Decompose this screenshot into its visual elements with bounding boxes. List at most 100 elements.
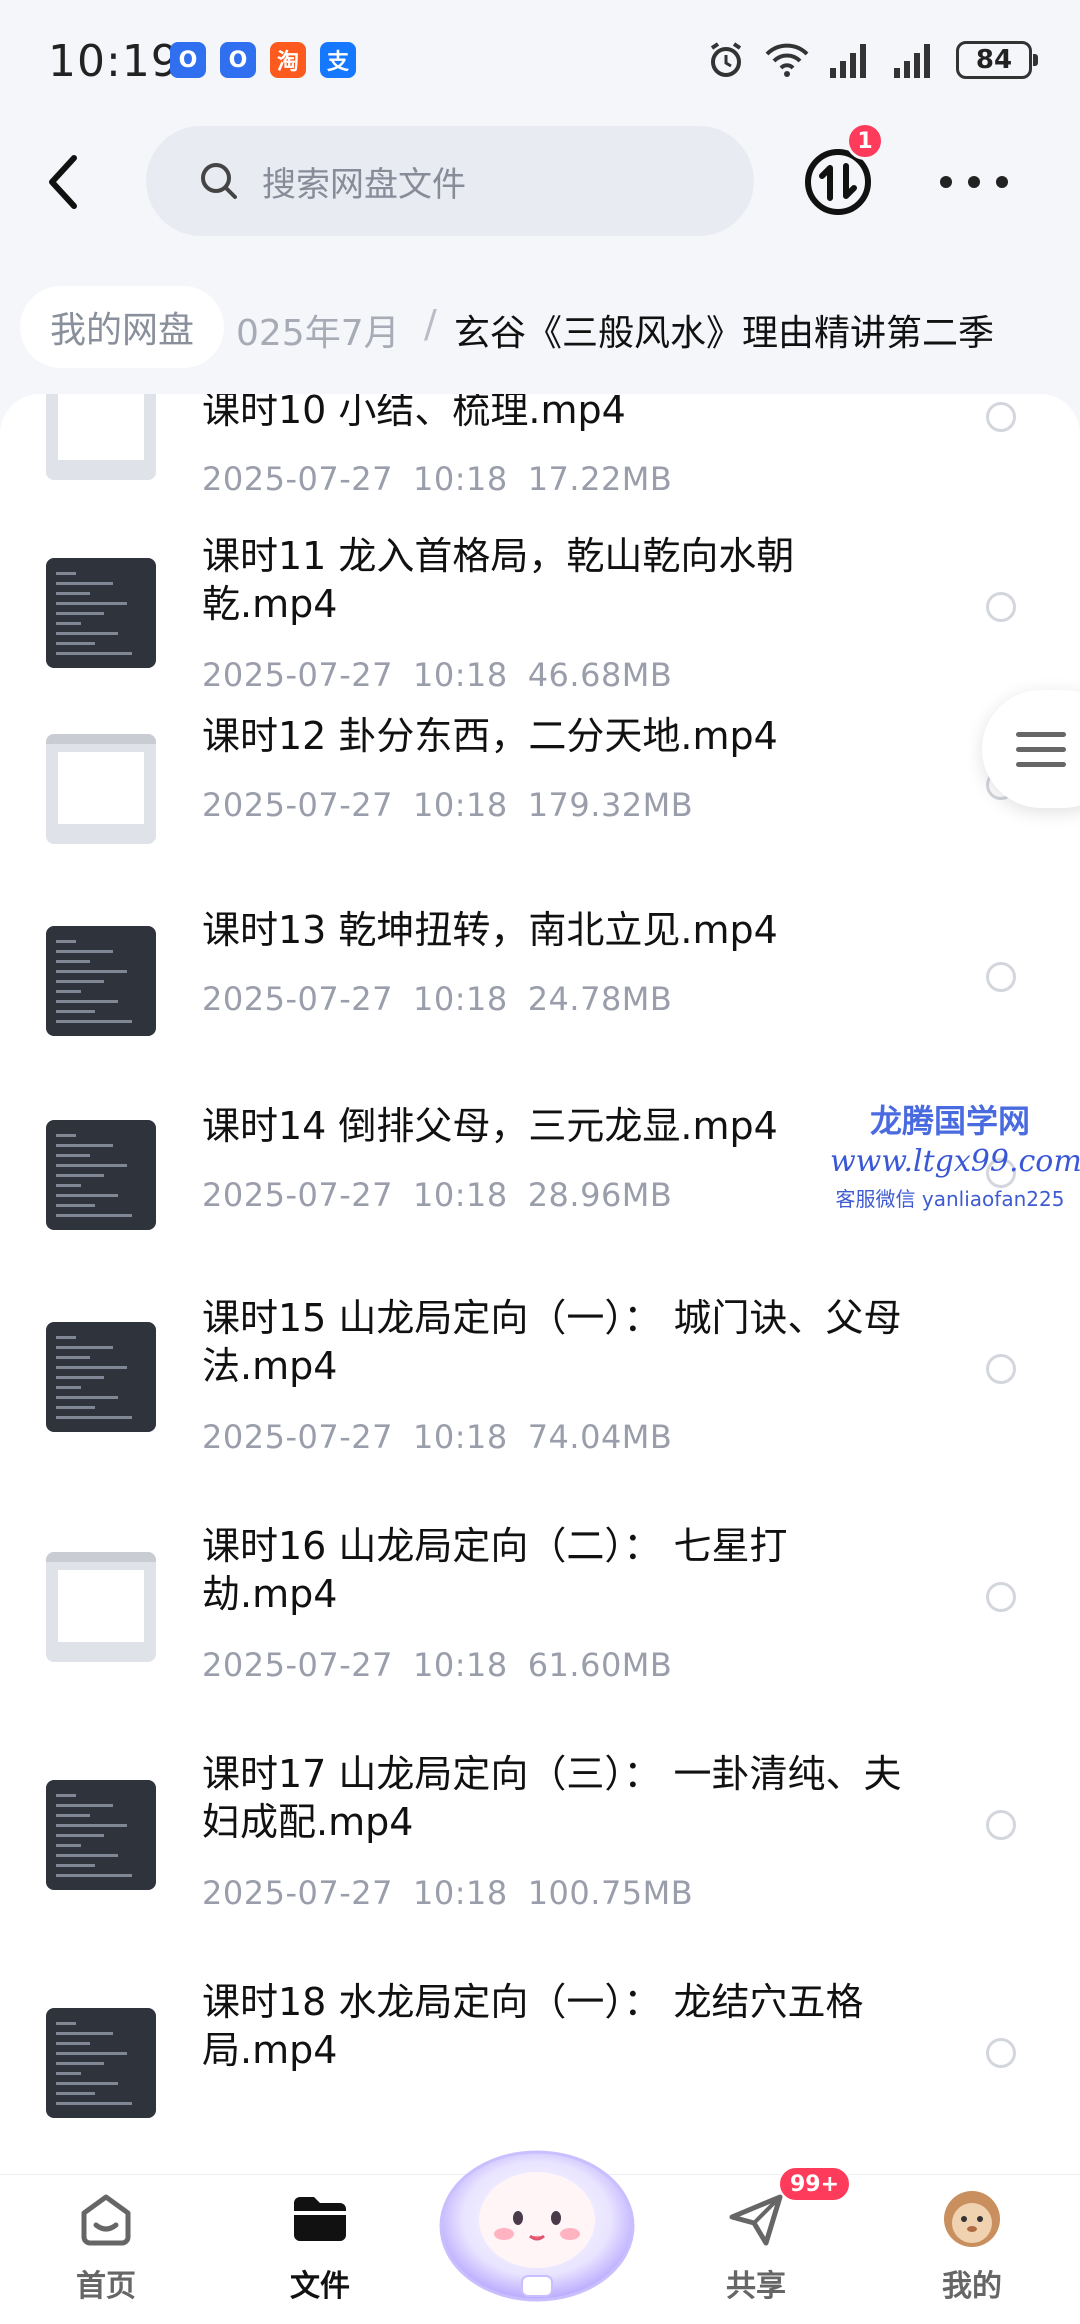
tab-mine-label: 我的	[942, 2269, 1002, 2304]
more-options-button[interactable]	[940, 156, 1008, 208]
file-time: 10:18	[412, 460, 508, 498]
file-size: 61.60MB	[527, 1646, 673, 1684]
send-icon	[729, 2194, 783, 2246]
dot-icon	[940, 176, 952, 188]
file-row[interactable]: 课时13 乾坤扭转，南北立见.mp4 2025-07-27 10:18 24.78MB	[0, 906, 1080, 1106]
file-size: 28.96MB	[527, 1176, 673, 1214]
select-checkbox[interactable]	[986, 1582, 1016, 1612]
battery-indicator: 84	[956, 41, 1038, 79]
file-time: 10:18	[412, 1874, 508, 1912]
app-o-blue-icon: O	[220, 42, 256, 78]
video-thumbnail	[46, 734, 156, 844]
file-name: 课时14 倒排父母，三元龙显.mp4	[202, 1104, 778, 1148]
video-thumbnail	[46, 1322, 156, 1432]
breadcrumb: 我的网盘 025年7月 / 玄谷《三般风水》理由精讲第二季	[0, 286, 1080, 368]
share-badge: 99+	[778, 2166, 852, 2202]
file-size: 17.22MB	[527, 460, 673, 498]
select-checkbox[interactable]	[986, 962, 1016, 992]
avatar	[944, 2191, 1000, 2247]
app-o-blue-icon: O	[170, 42, 206, 78]
breadcrumb-current: 玄谷《三般风水》理由精讲第二季	[454, 313, 995, 354]
file-date: 2025-07-27	[202, 786, 393, 824]
file-meta: 2025-07-27 10:18 46.68MB	[202, 656, 672, 694]
search-icon	[201, 163, 237, 199]
breadcrumb-root[interactable]: 我的网盘	[20, 286, 225, 368]
file-meta: 2025-07-27 10:18 100.75MB	[202, 1874, 693, 1912]
file-date: 2025-07-27	[202, 656, 393, 694]
select-checkbox[interactable]	[986, 592, 1016, 622]
file-row[interactable]: 课时11 龙入首格局，乾山乾向水朝乾.mp4 2025-07-27 10:18 46.…	[0, 532, 1080, 732]
file-row[interactable]: 课时17 山龙局定向（三）： 一卦清纯、夫妇成配.mp4 2025-07-27 10…	[0, 1750, 1080, 1950]
select-checkbox[interactable]	[986, 2038, 1016, 2068]
alipay-icon: 支	[320, 42, 356, 78]
file-meta: 2025-07-27 10:18 24.78MB	[202, 980, 672, 1018]
signal-icon	[894, 44, 930, 78]
file-name: 课时13 乾坤扭转，南北立见.mp4	[202, 908, 778, 952]
file-size: 24.78MB	[527, 980, 673, 1018]
file-size: 46.68MB	[527, 656, 673, 694]
menu-line-icon	[1016, 746, 1066, 752]
breadcrumb-separator: /	[424, 302, 437, 346]
tab-files[interactable]: 文件	[250, 2175, 390, 2324]
status-right: 84	[706, 40, 1038, 80]
search-input[interactable]: 搜索网盘文件	[146, 126, 754, 236]
file-name: 课时15 山龙局定向（一）： 城门诀、父母法.mp4	[202, 1296, 902, 1388]
file-size: 179.32MB	[527, 786, 694, 824]
select-checkbox[interactable]	[986, 1810, 1016, 1840]
watermark-title: 龙腾国学网	[869, 1102, 1030, 1140]
file-time: 10:18	[412, 980, 508, 1018]
menu-line-icon	[1016, 761, 1066, 767]
file-meta: 2025-07-27 10:18 61.60MB	[202, 1646, 672, 1684]
tab-home[interactable]: 首页	[36, 2175, 176, 2324]
alarm-icon	[710, 42, 742, 77]
taobao-icon: 淘	[270, 42, 306, 78]
file-row[interactable]: 课时16 山龙局定向（二）： 七星打劫.mp4 2025-07-27 10:18 61…	[0, 1522, 1080, 1722]
folder-icon	[294, 2197, 346, 2241]
file-date: 2025-07-27	[202, 1646, 393, 1684]
breadcrumb-item[interactable]: 025年7月	[236, 304, 400, 356]
video-thumbnail	[46, 1120, 156, 1230]
wifi-icon	[765, 43, 809, 77]
video-thumbnail	[46, 2008, 156, 2118]
mascot-assistant-button[interactable]	[432, 2108, 642, 2318]
file-name: 课时12 卦分东西，二分天地.mp4	[202, 714, 778, 758]
tab-files-label: 文件	[290, 2269, 350, 2304]
status-time: 10:19	[48, 36, 180, 87]
file-name: 课时18 水龙局定向（一）： 龙结穴五格局.mp4	[202, 1980, 864, 2072]
file-date: 2025-07-27	[202, 1418, 393, 1456]
file-row[interactable]: 课时12 卦分东西，二分天地.mp4 2025-07-27 10:18 179.32M…	[0, 712, 1080, 912]
video-thumbnail	[46, 926, 156, 1036]
video-thumbnail	[46, 1780, 156, 1890]
file-time: 10:18	[412, 1176, 508, 1214]
back-button[interactable]	[34, 142, 94, 222]
watermark-url: www.ltgx99.com	[830, 1144, 1080, 1179]
select-checkbox[interactable]	[986, 402, 1016, 432]
file-meta: 2025-07-27 10:18 17.22MB	[202, 460, 672, 498]
status-bar: 10:19 OO淘支 84	[0, 0, 1080, 130]
file-name: 课时11 龙入首格局，乾山乾向水朝乾.mp4	[202, 534, 795, 626]
file-row[interactable]: 课时15 山龙局定向（一）： 城门诀、父母法.mp4 2025-07-27 10:1…	[0, 1294, 1080, 1494]
file-meta: 2025-07-27 10:18 179.32MB	[202, 786, 693, 824]
watermark: 龙腾国学网 www.ltgx99.com 客服微信 yanliaofan225	[830, 1096, 1080, 1212]
tab-mine[interactable]: 我的	[902, 2175, 1042, 2324]
notification-badge: 1	[846, 122, 884, 160]
file-size: 74.04MB	[527, 1418, 673, 1456]
file-time: 10:18	[412, 786, 508, 824]
dot-icon	[996, 176, 1008, 188]
watermark-contact: 客服微信 yanliaofan225	[835, 1187, 1065, 1211]
search-placeholder: 搜索网盘文件	[262, 164, 466, 205]
file-list: 课时10 小结、梳理.mp4 2025-07-27 10:18 17.22MB 课时11…	[0, 394, 1080, 2174]
file-date: 2025-07-27	[202, 460, 393, 498]
tab-home-label: 首页	[76, 2269, 136, 2304]
file-name: 课时10 小结、梳理.mp4	[202, 394, 626, 432]
file-size: 100.75MB	[527, 1874, 694, 1912]
file-date: 2025-07-27	[202, 1874, 393, 1912]
file-time: 10:18	[412, 1646, 508, 1684]
home-icon	[81, 2194, 131, 2246]
file-date: 2025-07-27	[202, 980, 393, 1018]
file-name: 课时16 山龙局定向（二）： 七星打劫.mp4	[202, 1524, 788, 1616]
file-meta: 2025-07-27 10:18 28.96MB	[202, 1176, 672, 1214]
select-checkbox[interactable]	[986, 1354, 1016, 1384]
video-thumbnail	[46, 1552, 156, 1662]
video-thumbnail	[46, 394, 156, 480]
